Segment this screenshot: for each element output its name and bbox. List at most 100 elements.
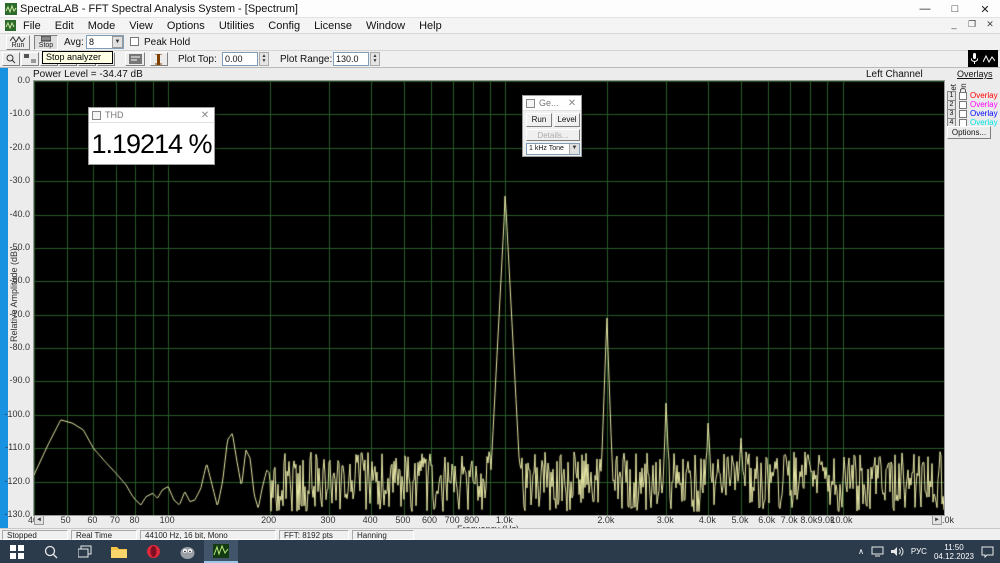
opera-icon [146, 544, 161, 559]
run-button[interactable]: Run [6, 35, 30, 50]
y-tick--120.0: -120.0 [4, 476, 30, 486]
menu-file[interactable]: File [16, 18, 48, 34]
folder-icon [111, 545, 127, 558]
speaker-icon[interactable] [891, 546, 904, 557]
marker-icon [155, 54, 163, 65]
menu-help[interactable]: Help [412, 18, 449, 34]
app-icon [5, 3, 17, 15]
search-icon [44, 545, 58, 559]
avg-label: Avg: [64, 37, 84, 48]
avg-dropdown-arrow[interactable]: ▼ [112, 36, 123, 48]
generator-details-button[interactable]: Details... [526, 129, 580, 141]
waveform-scope-icon [983, 53, 995, 65]
status-cell-1: Real Time [71, 530, 137, 540]
peak-hold-checkbox[interactable] [130, 37, 139, 46]
stop-button[interactable]: Stop [34, 35, 58, 50]
thd-titlebar[interactable]: THD ✕ [89, 108, 214, 123]
status-cell-0: Stopped [2, 530, 68, 540]
channel-select-button[interactable] [21, 52, 39, 66]
menu-options[interactable]: Options [160, 18, 212, 34]
y-axis-title: Relative Amplitude (dB) [9, 235, 19, 355]
plot-range-label: Plot Range: [280, 54, 332, 65]
mdi-close-button[interactable]: ✕ [984, 19, 996, 30]
task-view-button[interactable] [68, 540, 102, 563]
power-level-readout: Power Level = -34.47 dB [33, 69, 143, 80]
window-title: SpectraLAB - FFT Spectral Analysis Syste… [20, 3, 298, 15]
thd-close-icon[interactable]: ✕ [199, 110, 211, 121]
minimize-button[interactable]: — [910, 0, 940, 18]
taskbar-clock[interactable]: 11:50 04.12.2023 [934, 543, 974, 561]
y-tick--130.0: -130.0 [4, 509, 30, 519]
overlays-panel: Overlays Set On 1Overlay 12Overlay 23Ove… [945, 68, 1000, 168]
keyboard-language[interactable]: РУС [911, 547, 927, 556]
menu-window[interactable]: Window [359, 18, 412, 34]
taskbar-time: 11:50 [934, 543, 974, 552]
file-explorer-button[interactable] [102, 540, 136, 563]
title-bar: SpectraLAB - FFT Spectral Analysis Syste… [0, 0, 1000, 18]
marker-button[interactable] [150, 52, 168, 66]
display-settings-icon [129, 54, 142, 64]
status-bar: StoppedReal Time44100 Hz, 16 bit, MonoFF… [0, 528, 1000, 540]
network-icon[interactable] [871, 546, 884, 557]
plot-range-spinner[interactable]: ▲▼ [370, 52, 380, 66]
taskbar-date: 04.12.2023 [934, 552, 974, 561]
chevron-down-icon[interactable]: ▼ [569, 144, 579, 154]
plot-range-input[interactable]: 130.0 [333, 52, 369, 66]
menu-config[interactable]: Config [261, 18, 307, 34]
overlays-options-button[interactable]: Options... [947, 126, 991, 139]
spectralab-icon [213, 544, 229, 558]
hidden-icons-chevron[interactable]: ∧ [858, 547, 864, 556]
generator-run-button[interactable]: Run [526, 113, 552, 127]
menu-license[interactable]: License [307, 18, 359, 34]
y-tick--100.0: -100.0 [4, 409, 30, 419]
thd-window-title: THD [105, 110, 199, 120]
stop-button-label: Stop [39, 42, 53, 49]
screen: SpectraLAB - FFT Spectral Analysis Syste… [0, 0, 1000, 563]
start-button[interactable] [0, 540, 34, 563]
spectralab-taskbar-button[interactable] [204, 540, 238, 563]
generator-close-icon[interactable]: ✕ [566, 98, 578, 109]
menu-bar: FileEditModeViewOptionsUtilitiesConfigLi… [0, 18, 1000, 34]
generator-window: Ge... ✕ Run Level Details... 1 kHz Tone … [522, 95, 582, 157]
tooltip: Stop analyzer [42, 51, 113, 64]
opera-browser-button[interactable] [136, 540, 170, 563]
status-cell-2: 44100 Hz, 16 bit, Mono [140, 530, 276, 540]
generator-signal-combobox[interactable]: 1 kHz Tone ▼ [526, 143, 580, 155]
microphone-icon [971, 53, 978, 65]
plot-top-input[interactable]: 0.00 [222, 52, 258, 66]
menu-edit[interactable]: Edit [48, 18, 81, 34]
status-cell-3: FFT: 8192 pts [279, 530, 349, 540]
mdi-restore-button[interactable]: ❐ [966, 19, 978, 30]
notifications-icon[interactable] [981, 546, 994, 558]
channel-label: Left Channel [866, 69, 923, 80]
menu-utilities[interactable]: Utilities [212, 18, 261, 34]
magnifier-icon [6, 54, 16, 64]
toolbar-main: Run Stop Avg: 8 ▼ Peak Hold [0, 34, 1000, 51]
mdi-minimize-button[interactable]: _ [948, 19, 960, 30]
plot-top-spinner[interactable]: ▲▼ [259, 52, 269, 66]
taskbar-search-button[interactable] [34, 540, 68, 563]
overlays-title: Overlays [957, 69, 993, 79]
windows-logo-icon [10, 545, 24, 559]
maximize-button[interactable]: □ [940, 0, 970, 18]
close-button[interactable]: ✕ [970, 0, 1000, 18]
zoom-button[interactable] [2, 52, 20, 66]
taskbar: ∧ РУС 11:50 04.12.2023 [0, 540, 1000, 563]
menu-mode[interactable]: Mode [81, 18, 123, 34]
display-settings-button[interactable] [125, 52, 145, 66]
menu-view[interactable]: View [122, 18, 160, 34]
y-tick--90.0: -90.0 [9, 375, 30, 385]
channel-icon [24, 54, 36, 64]
plot-top-label: Plot Top: [178, 54, 217, 65]
gimp-button[interactable] [170, 540, 204, 563]
task-view-icon [78, 545, 92, 558]
scroll-left-button[interactable]: ◄ [34, 515, 44, 525]
generator-signal-value: 1 kHz Tone [529, 145, 564, 152]
thd-value: 1.19214 % [89, 123, 214, 165]
generator-level-button[interactable]: Level [554, 113, 580, 127]
gimp-icon [180, 545, 195, 559]
generator-titlebar[interactable]: Ge... ✕ [523, 96, 581, 111]
audio-device-indicator[interactable] [968, 50, 998, 67]
scroll-right-button[interactable]: ► [932, 515, 942, 525]
mdi-child-icon [5, 20, 16, 31]
